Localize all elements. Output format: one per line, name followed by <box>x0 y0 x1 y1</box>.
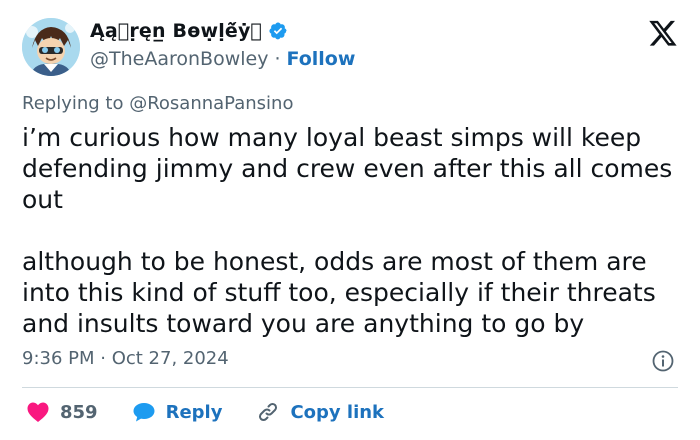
tweet-timestamp[interactable]: 9:36 PM · Oct 27, 2024 <box>22 348 229 369</box>
like-button[interactable]: 859 <box>26 401 98 423</box>
author-handle-row: @TheAaronBowley · Follow <box>90 48 355 70</box>
separator-dot: · <box>274 48 281 70</box>
divider <box>22 387 678 388</box>
author-handle[interactable]: @TheAaronBowley <box>90 48 268 70</box>
replying-to: Replying to @RosannaPansino <box>22 93 293 114</box>
verified-badge-icon <box>268 21 288 41</box>
tweet-text: i’m curious how many loyal beast simps w… <box>22 122 687 339</box>
follow-button[interactable]: Follow <box>287 48 356 70</box>
info-icon[interactable] <box>652 350 674 372</box>
copy-link-button[interactable]: Copy link <box>256 400 384 424</box>
action-bar: 859 Reply Copy link <box>26 400 418 424</box>
x-logo-icon[interactable] <box>648 18 678 48</box>
replying-prefix: Replying to <box>22 93 124 114</box>
avatar-image <box>22 18 80 76</box>
reply-bubble-icon <box>133 403 155 422</box>
copy-link-label: Copy link <box>290 401 385 423</box>
link-icon <box>259 402 278 422</box>
tweet-paragraph: although to be honest, odds are most of … <box>22 247 656 338</box>
author-display-name[interactable]: Ąą⃝ṛęn̲ Bɵẉḷẽ̌ẏ⃝ <box>90 20 262 42</box>
reply-button[interactable]: Reply <box>132 401 223 423</box>
tweet-paragraph: i’m curious how many loyal beast simps w… <box>22 123 673 214</box>
avatar[interactable] <box>22 18 80 76</box>
like-count: 859 <box>60 401 98 423</box>
reply-label: Reply <box>165 401 223 423</box>
heart-icon <box>27 402 49 422</box>
replying-to-mention[interactable]: @RosannaPansino <box>129 93 293 114</box>
author-name-row: Ąą⃝ṛęn̲ Bɵẉḷẽ̌ẏ⃝ <box>90 20 288 42</box>
